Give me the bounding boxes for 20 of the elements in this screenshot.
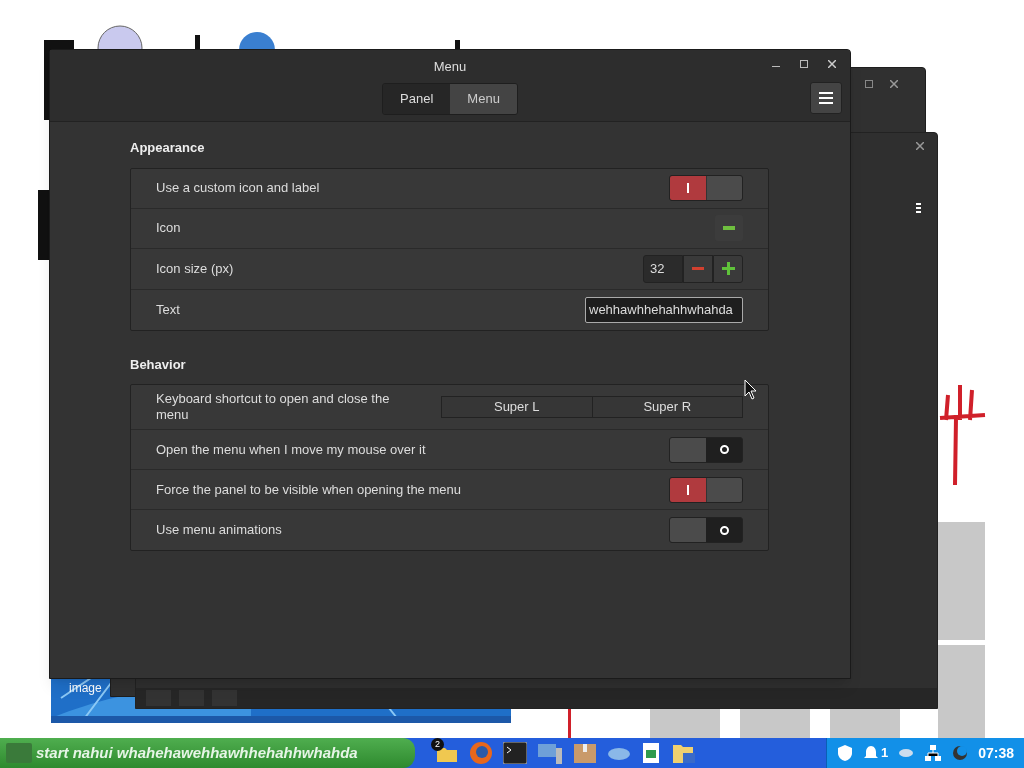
start-label: start nahui whahehawehhawhhehahhwhahda (36, 742, 358, 763)
setting-label: Icon size (px) (156, 260, 234, 277)
setting-label: Keyboard shortcut to open and close the menu (156, 391, 391, 423)
image-label: image (69, 680, 102, 697)
setting-label: Force the panel to be visible when opening the menu (156, 481, 461, 498)
notification-count: 1 (881, 744, 889, 763)
tab[interactable]: Menu (450, 83, 517, 114)
window-title: Menu (433, 58, 467, 76)
badge: 2 (431, 738, 444, 751)
text-field[interactable]: wehhawhhehahhwhahda (585, 296, 743, 323)
size-field[interactable]: 32 (643, 254, 683, 283)
setting-label: Open the menu when I move my mouse over it (156, 441, 426, 458)
section-heading: Appearance (130, 139, 206, 157)
setting-label: Text (156, 301, 180, 318)
tab[interactable]: Panel (383, 83, 451, 114)
setting-label: Use a custom icon and label (156, 180, 320, 196)
setting-label: Icon (156, 220, 181, 236)
section-heading: Behavior (130, 355, 187, 374)
setting-label: Use menu animations (156, 522, 282, 538)
clock: 07:38 (978, 743, 1015, 763)
